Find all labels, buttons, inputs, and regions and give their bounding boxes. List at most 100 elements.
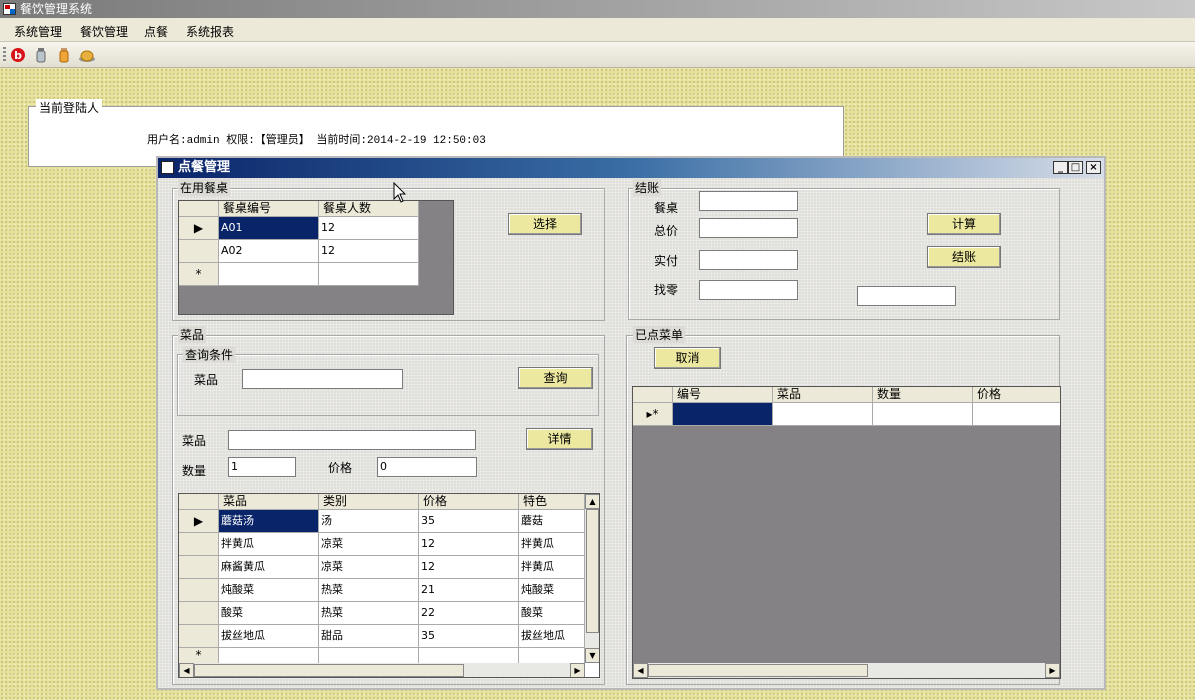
current-row-marker[interactable]: ▶	[179, 217, 219, 240]
table-cell[interactable]: 12	[319, 217, 419, 240]
row-header[interactable]	[179, 240, 219, 263]
dishes-grid[interactable]: 菜品 类别 价格 特色 ▶ 蘑菇汤汤 35 蘑菇 拌黄瓜 凉菜 12 拌黄瓜 麻酱黄瓜 凉菜 12 拌…	[178, 493, 600, 678]
query-button[interactable]: 查询	[518, 367, 593, 389]
checkout-button[interactable]: 结账	[927, 246, 1001, 268]
scroll-left-button[interactable]: ◀	[633, 663, 648, 678]
dish-cell[interactable]: 12	[419, 533, 519, 556]
red-b-icon[interactable]: b	[9, 46, 27, 64]
new-row-cell[interactable]	[219, 263, 319, 286]
dish-cell[interactable]: 拌黄瓜	[519, 556, 585, 579]
ordered-cell[interactable]	[873, 403, 973, 426]
dish-cell[interactable]: 炖酸菜	[219, 579, 319, 602]
dish-cell[interactable]: 酸菜	[519, 602, 585, 625]
dish-cell[interactable]: 拔丝地瓜	[519, 625, 585, 648]
extra-field[interactable]	[857, 286, 956, 306]
new-row-marker[interactable]: *	[179, 648, 219, 664]
new-row-cell[interactable]	[419, 648, 519, 664]
vertical-scrollbar[interactable]: ▲ ▼	[585, 494, 599, 663]
column-header[interactable]: 类别	[319, 494, 419, 510]
maximize-button[interactable]: □	[1068, 161, 1083, 174]
dish-cell[interactable]: 凉菜	[319, 533, 419, 556]
column-header[interactable]: 餐桌编号	[219, 201, 319, 217]
ordered-cell[interactable]	[773, 403, 873, 426]
new-row-cell[interactable]	[219, 648, 319, 664]
quantity-field[interactable]: 1	[228, 457, 296, 477]
new-row-marker[interactable]: *	[179, 263, 219, 286]
dish-cell[interactable]: 拔丝地瓜	[219, 625, 319, 648]
cancel-button[interactable]: 取消	[654, 347, 721, 369]
dish-cell[interactable]: 酸菜	[219, 602, 319, 625]
change-field[interactable]	[699, 280, 798, 300]
column-header[interactable]: 数量	[873, 387, 973, 403]
menu-system-reports[interactable]: 系统报表	[186, 23, 234, 40]
current-row-marker[interactable]: ▶	[179, 510, 219, 533]
column-header[interactable]: 菜品	[773, 387, 873, 403]
dish-cell[interactable]: 甜品	[319, 625, 419, 648]
dish-cell[interactable]: 炖酸菜	[519, 579, 585, 602]
dish-cell[interactable]: 35	[419, 625, 519, 648]
table-cell[interactable]: A01	[219, 217, 319, 240]
food-dish-icon[interactable]	[78, 46, 96, 64]
bottle-icon[interactable]	[32, 46, 50, 64]
dish-field[interactable]	[228, 430, 476, 450]
jar-icon[interactable]	[55, 46, 73, 64]
price-field[interactable]: 0	[377, 457, 477, 477]
ordered-cell[interactable]	[973, 403, 1060, 426]
menu-catering-management[interactable]: 餐饮管理	[80, 23, 128, 40]
close-button[interactable]: ×	[1086, 161, 1101, 174]
ordered-grid[interactable]: 编号 菜品 数量 价格 ▸* ◀ ▶	[632, 386, 1061, 679]
new-row-marker[interactable]: ▸*	[633, 403, 673, 426]
horizontal-scrollbar[interactable]: ◀ ▶	[633, 663, 1060, 678]
dish-cell[interactable]: 12	[419, 556, 519, 579]
scroll-thumb[interactable]	[648, 664, 868, 677]
table-field[interactable]	[699, 191, 798, 211]
minimize-button[interactable]: _	[1053, 161, 1068, 174]
scroll-thumb[interactable]	[194, 664, 464, 677]
menu-system-management[interactable]: 系统管理	[14, 23, 62, 40]
row-header[interactable]	[179, 533, 219, 556]
paid-field[interactable]	[699, 250, 798, 270]
new-row-cell[interactable]	[519, 648, 585, 664]
dish-cell[interactable]: 热菜	[319, 602, 419, 625]
dish-cell[interactable]: 汤	[319, 510, 419, 533]
scroll-left-button[interactable]: ◀	[179, 663, 194, 677]
dish-cell[interactable]: 拌黄瓜	[519, 533, 585, 556]
column-header[interactable]: 价格	[419, 494, 519, 510]
dish-cell[interactable]: 蘑菇汤	[219, 510, 319, 533]
window-title-bar[interactable]: 点餐管理 _ □ ×	[158, 158, 1104, 178]
dish-cell[interactable]: 蘑菇	[519, 510, 585, 533]
column-header[interactable]: 价格	[973, 387, 1060, 403]
row-header[interactable]	[179, 602, 219, 625]
toolbar-grip[interactable]	[3, 47, 6, 63]
dish-cell[interactable]: 凉菜	[319, 556, 419, 579]
menu-order[interactable]: 点餐	[144, 23, 168, 40]
dish-cell[interactable]: 热菜	[319, 579, 419, 602]
row-header[interactable]	[179, 579, 219, 602]
column-header[interactable]: 菜品	[219, 494, 319, 510]
scroll-right-button[interactable]: ▶	[570, 663, 585, 677]
table-cell[interactable]: A02	[219, 240, 319, 263]
row-header[interactable]	[179, 625, 219, 648]
horizontal-scrollbar[interactable]: ◀ ▶	[179, 663, 585, 677]
dish-cell[interactable]: 麻酱黄瓜	[219, 556, 319, 579]
new-row-cell[interactable]	[319, 263, 419, 286]
table-cell[interactable]: 12	[319, 240, 419, 263]
detail-button[interactable]: 详情	[526, 428, 593, 450]
dish-cell[interactable]: 21	[419, 579, 519, 602]
column-header[interactable]: 特色	[519, 494, 585, 510]
ordered-cell[interactable]	[673, 403, 773, 426]
total-field[interactable]	[699, 218, 798, 238]
new-row-cell[interactable]	[319, 648, 419, 664]
scroll-up-button[interactable]: ▲	[585, 494, 599, 509]
dish-cell[interactable]: 22	[419, 602, 519, 625]
row-header[interactable]	[179, 556, 219, 579]
scroll-right-button[interactable]: ▶	[1045, 663, 1060, 678]
scroll-down-button[interactable]: ▼	[585, 648, 599, 663]
dish-cell[interactable]: 拌黄瓜	[219, 533, 319, 556]
tables-grid[interactable]: 餐桌编号 餐桌人数 ▶ A01 12 A02 12 *	[178, 200, 454, 315]
calculate-button[interactable]: 计算	[927, 213, 1001, 235]
scroll-thumb[interactable]	[586, 509, 599, 633]
column-header[interactable]: 编号	[673, 387, 773, 403]
query-dish-field[interactable]	[242, 369, 403, 389]
dish-cell[interactable]: 35	[419, 510, 519, 533]
